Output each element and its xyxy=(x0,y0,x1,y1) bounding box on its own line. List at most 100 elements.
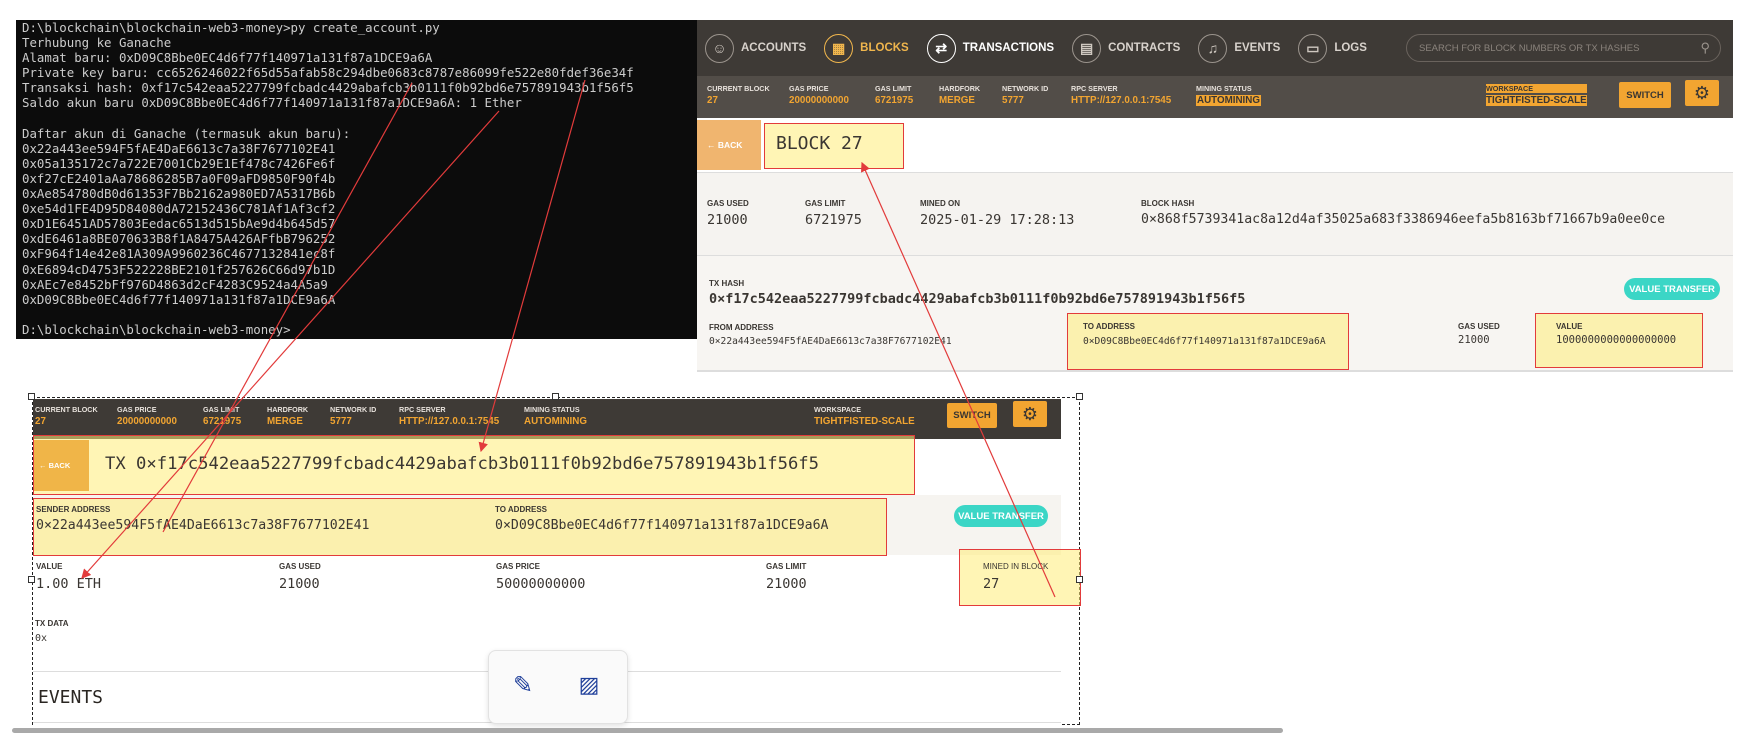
tx-switch-button[interactable]: SWITCH xyxy=(947,403,997,428)
stat-value: 27 xyxy=(707,95,718,106)
block-gas-limit-value: 6721975 xyxy=(805,212,862,228)
bell-icon: ♫ xyxy=(1198,33,1228,63)
back-button[interactable]: ← BACK xyxy=(697,120,761,170)
nav-logs[interactable]: ▭ LOGS xyxy=(1298,33,1367,63)
stat-rpc-server: RPC SERVER HTTP://127.0.0.1:7545 xyxy=(1071,84,1171,106)
from-address-label: FROM ADDRESS xyxy=(709,323,774,332)
stat-current-block: CURRENT BLOCK 27 xyxy=(707,84,770,106)
switch-button[interactable]: SWITCH xyxy=(1619,82,1671,108)
tx-gas-used-value: 21000 xyxy=(279,576,320,592)
terminal-line: Private key baru: cc6526246022f65d55afab… xyxy=(22,65,634,81)
tx-stat-network-id: NETWORK ID 5777 xyxy=(330,405,376,427)
resize-handle[interactable] xyxy=(28,576,35,583)
stat-label: RPC SERVER xyxy=(399,405,446,414)
mined-in-block-label: MINED IN BLOCK xyxy=(983,562,1049,571)
stat-value: 5777 xyxy=(1002,95,1024,106)
tx-stat-workspace: WORKSPACE TIGHTFISTED-SCALE xyxy=(814,405,915,427)
stat-value: 6721975 xyxy=(203,416,242,427)
tx-value-value: 1.00 ETH xyxy=(36,576,102,592)
tx-gas-used-label: GAS USED xyxy=(279,562,321,571)
status-bar: CURRENT BLOCK 27 GAS PRICE 20000000000 GAS… xyxy=(697,76,1733,118)
nav-accounts[interactable]: ☺ ACCOUNTS xyxy=(705,33,807,63)
terminal-line: 0xAEc7e8452bFf976D4863d2cF4283C9524a4A5a… xyxy=(22,276,328,292)
to-address-label: TO ADDRESS xyxy=(1083,322,1136,331)
gas-used-value: 21000 xyxy=(707,212,748,228)
logs-icon: ▭ xyxy=(1298,33,1328,63)
stat-value: 20000000000 xyxy=(117,416,177,427)
nav-accounts-label: ACCOUNTS xyxy=(741,42,807,54)
nav-contracts[interactable]: ▤ CONTRACTS xyxy=(1072,33,1181,63)
terminal-line: 0xAe854780dB0d61353F7Bb2162a980ED7A5317B… xyxy=(22,186,336,202)
stat-value: TIGHTFISTED-SCALE xyxy=(1486,95,1587,106)
gas-used-label: GAS USED xyxy=(707,199,749,208)
stat-label: GAS PRICE xyxy=(789,84,829,93)
mined-in-block-value[interactable]: 27 xyxy=(983,576,999,592)
accounts-icon: ☺ xyxy=(705,33,734,63)
search-input[interactable]: SEARCH FOR BLOCK NUMBERS OR TX HASHES ⚲ xyxy=(1406,34,1721,62)
stat-label: CURRENT BLOCK xyxy=(35,405,98,414)
tx-gas-price-label: GAS PRICE xyxy=(496,562,541,571)
tx-gas-limit-label: GAS LIMIT xyxy=(766,562,807,571)
tx-data-label: TX DATA xyxy=(35,619,69,628)
stat-label: HARDFORK xyxy=(267,405,309,414)
remove-background-icon[interactable]: ▨ xyxy=(572,668,606,702)
terminal-line: D:\blockchain\blockchain-web3-money> xyxy=(22,321,291,337)
from-address-value: 0×22a443ee594F5fAE4DaE6613c7a38F7677102E… xyxy=(709,336,952,347)
tx-to-address-label: TO ADDRESS xyxy=(495,505,548,514)
to-address-value: 0×D09C8Bbe0EC4d6f77f140971a131f87a1DCE9a… xyxy=(1083,336,1326,347)
nav-events[interactable]: ♫ EVENTS xyxy=(1198,33,1280,63)
stat-value: HTTP://127.0.0.1:7545 xyxy=(399,416,500,427)
stat-value: 27 xyxy=(35,416,46,427)
terminal-window[interactable]: D:\blockchain\blockchain-web3-money>py c… xyxy=(16,20,697,339)
tx-settings-gear-icon[interactable]: ⚙ xyxy=(1013,401,1047,427)
terminal-line: 0xD1E6451AD57803Eedac6513d515bAe9d4b645d… xyxy=(22,216,336,232)
magic-eraser-icon[interactable]: ✎ xyxy=(506,668,540,702)
top-nav-bar: ☺ ACCOUNTS ▦ BLOCKS ⇄ TRANSACTIONS ▤ CONTRAC… xyxy=(697,20,1733,76)
search-placeholder: SEARCH FOR BLOCK NUMBERS OR TX HASHES xyxy=(1419,42,1640,54)
sender-address-value: 0×22a443ee594F5fAE4DaE6613c7a38F7677102E… xyxy=(36,518,370,533)
terminal-line: 0xD09C8Bbe0EC4d6f77f140971a131f87a1DCE9a… xyxy=(22,291,336,307)
terminal-line: Terhubung ke Ganache xyxy=(22,35,172,51)
value-transfer-badge: VALUE TRANSFER xyxy=(1624,278,1720,300)
stat-hardfork: HARDFORK MERGE xyxy=(939,84,980,106)
stat-label: MINING STATUS xyxy=(1196,84,1252,93)
value-label: VALUE xyxy=(1556,322,1583,331)
stat-value: TIGHTFISTED-SCALE xyxy=(814,416,915,427)
stat-value: HTTP://127.0.0.1:7545 xyxy=(1071,95,1172,106)
events-heading: EVENTS xyxy=(38,687,104,708)
tx-value-label: VALUE xyxy=(36,562,63,571)
stat-label: WORKSPACE xyxy=(814,405,861,414)
mined-on-value: 2025-01-29 17:28:13 xyxy=(920,212,1075,228)
nav-transactions[interactable]: ⇄ TRANSACTIONS xyxy=(926,33,1055,63)
tx-title: TX 0×f17c542eaa5227799fcbadc4429abafcb3b… xyxy=(105,454,819,474)
resize-handle[interactable] xyxy=(28,393,35,400)
nav-transactions-label: TRANSACTIONS xyxy=(962,42,1055,54)
resize-handle[interactable] xyxy=(1076,576,1083,583)
horizontal-scrollbar[interactable] xyxy=(12,728,1283,733)
stat-label: WORKSPACE xyxy=(1486,84,1587,93)
resize-handle[interactable] xyxy=(552,393,559,400)
tx-data-value: 0x xyxy=(35,633,48,644)
terminal-line: 0x05a135172c7a722E7001Cb29E1Ef478c7426Fe… xyxy=(22,155,336,171)
stat-value: 20000000000 xyxy=(789,95,849,106)
nav-contracts-label: CONTRACTS xyxy=(1108,42,1181,54)
resize-handle[interactable] xyxy=(1076,393,1083,400)
stat-network-id: NETWORK ID 5777 xyxy=(1002,84,1048,106)
tx-back-button[interactable]: ← BACK xyxy=(34,440,89,491)
stat-label: NETWORK ID xyxy=(1002,84,1049,93)
block-title: BLOCK 27 xyxy=(776,133,863,154)
terminal-line: Alamat baru: 0xD09C8Bbe0EC4d6f77f140971a… xyxy=(22,50,433,66)
tx-to-address-value: 0×D09C8Bbe0EC4d6f77f140971a131f87a1DCE9a… xyxy=(495,518,829,533)
mined-on-label: MINED ON xyxy=(920,199,960,208)
stat-label: MINING STATUS xyxy=(524,405,580,414)
terminal-line: Saldo akun baru 0xD09C8Bbe0EC4d6f77f1409… xyxy=(22,95,522,111)
value-value: 1000000000000000000 xyxy=(1556,334,1677,346)
blocks-icon: ▦ xyxy=(824,33,854,63)
settings-gear-icon[interactable]: ⚙ xyxy=(1685,80,1719,106)
nav-blocks[interactable]: ▦ BLOCKS xyxy=(824,33,909,63)
block-gas-limit-label: GAS LIMIT xyxy=(805,199,846,208)
tx-gas-limit-value: 21000 xyxy=(766,576,807,592)
terminal-line: 0xf27cE2401aAa78686285B7a0F09aFD9850F90f… xyxy=(22,170,336,186)
